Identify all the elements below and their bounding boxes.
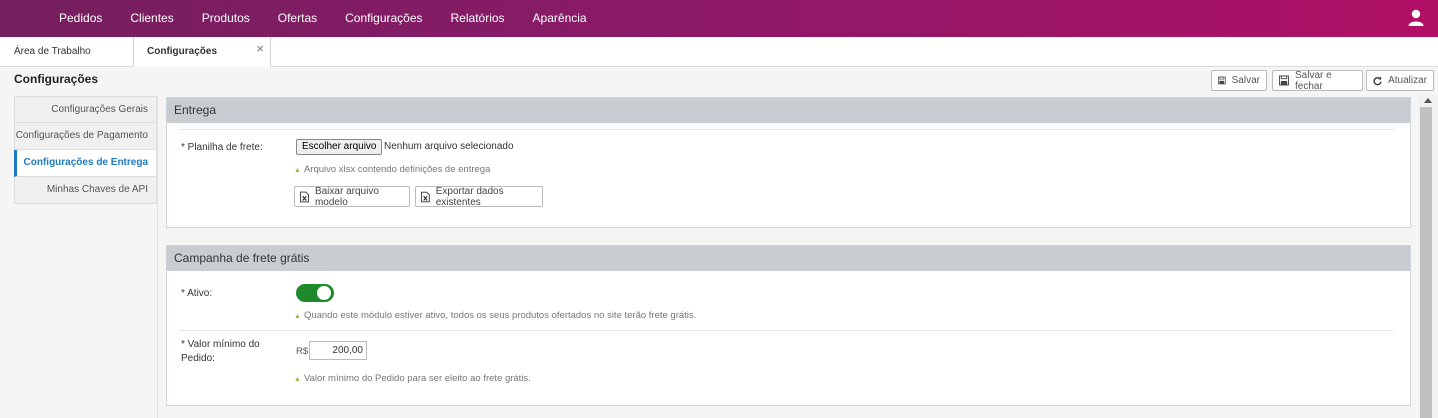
nav-item-ofertas[interactable]: Ofertas	[278, 0, 317, 37]
nav-item-pedidos[interactable]: Pedidos	[59, 0, 102, 37]
tab-configuracoes[interactable]: Configurações ×	[133, 37, 271, 68]
excel-file-icon	[300, 191, 309, 202]
excel-file-icon	[421, 191, 430, 202]
valor-minimo-label-line2: Pedido:	[181, 353, 215, 364]
settings-sidebar: Configurações Gerais Configurações de Pa…	[14, 96, 157, 204]
entrega-panel: Entrega * Planilha de frete: Escolher ar…	[166, 97, 1411, 228]
campanha-panel: Campanha de frete grátis * Ativo: ▲ Quand…	[166, 245, 1411, 406]
ativo-hint: ▲ Quando este módulo estiver ativo, todos…	[294, 310, 696, 321]
sidebar-item-configuracoes-entrega[interactable]: Configurações de Entrega	[14, 150, 157, 177]
main-content: Entrega * Planilha de frete: Escolher ar…	[157, 95, 1420, 418]
scrollbar[interactable]	[1419, 95, 1438, 418]
scroll-thumb[interactable]	[1420, 107, 1432, 418]
file-hint-text: Arquivo xlsx contendo definições de entr…	[303, 164, 491, 175]
caret-up-icon: ▲	[294, 376, 301, 383]
tab-strip: Área de Trabalho Configurações ×	[0, 37, 1438, 68]
tab-label: Configurações	[147, 46, 218, 57]
page-title: Configurações	[14, 72, 99, 86]
nav-item-relatorios[interactable]: Relatórios	[451, 0, 505, 37]
sidebar-item-configuracoes-gerais[interactable]: Configurações Gerais	[14, 96, 157, 123]
page-header: Configurações Salvar Salvar e fechar Atu…	[0, 67, 1438, 95]
close-icon[interactable]: ×	[256, 34, 264, 63]
nav-item-aparencia[interactable]: Aparência	[533, 0, 587, 37]
download-model-label: Baixar arquivo modelo	[314, 185, 379, 208]
divider	[181, 330, 1394, 331]
caret-up-icon: ▲	[294, 313, 301, 320]
divider	[181, 129, 1394, 130]
floppy-icon	[1279, 75, 1289, 86]
sidebar-item-configuracoes-pagamento[interactable]: Configurações de Pagamento	[14, 123, 157, 150]
user-icon[interactable]	[1408, 9, 1424, 26]
caret-up-icon: ▲	[294, 167, 301, 174]
valor-minimo-label-line1: * Valor mínimo do	[181, 339, 260, 350]
save-button[interactable]: Salvar	[1211, 70, 1267, 91]
ativo-label: * Ativo:	[181, 288, 213, 299]
toggle-knob	[317, 286, 331, 300]
tab-area-de-trabalho[interactable]: Área de Trabalho	[14, 37, 91, 67]
valor-minimo-label: * Valor mínimo do Pedido:	[181, 338, 260, 366]
ativo-hint-text: Quando este módulo estiver ativo, todos …	[303, 310, 697, 321]
refresh-icon	[1373, 76, 1382, 85]
nav-item-clientes[interactable]: Clientes	[130, 0, 173, 37]
valor-minimo-input[interactable]: 200,00	[309, 341, 367, 360]
save-and-close-label: Salvar e fechar	[1294, 69, 1332, 92]
planilha-frete-label: * Planilha de frete:	[181, 142, 263, 153]
refresh-button[interactable]: Atualizar	[1366, 70, 1434, 91]
refresh-label: Atualizar	[1388, 75, 1427, 86]
save-button-label: Salvar	[1231, 75, 1260, 86]
campanha-panel-title: Campanha de frete grátis	[167, 246, 1410, 271]
currency-symbol: R$	[296, 346, 309, 357]
nav-item-produtos[interactable]: Produtos	[202, 0, 250, 37]
file-hint: ▲ Arquivo xlsx contendo definições de ent…	[294, 164, 490, 175]
scroll-up-arrow-icon[interactable]	[1424, 98, 1432, 103]
sidebar-item-chaves-api[interactable]: Minhas Chaves de API	[14, 177, 157, 204]
floppy-icon	[1218, 76, 1226, 85]
valor-hint: ▲ Valor mínimo do Pedido para ser eleito …	[294, 373, 531, 384]
choose-file-button[interactable]: Escolher arquivo	[296, 139, 383, 155]
main-nav: Pedidos Clientes Produtos Ofertas Config…	[59, 0, 615, 37]
top-navbar: Pedidos Clientes Produtos Ofertas Config…	[0, 0, 1438, 37]
ativo-toggle[interactable]	[296, 284, 334, 302]
file-status-text: Nenhum arquivo selecionado	[384, 141, 514, 152]
save-and-close-button[interactable]: Salvar e fechar	[1272, 69, 1363, 92]
download-model-button[interactable]: Baixar arquivo modelo	[294, 185, 410, 208]
export-data-button[interactable]: Exportar dados existentes	[415, 185, 543, 208]
valor-hint-text: Valor mínimo do Pedido para ser eleito a…	[303, 373, 531, 384]
nav-item-configuracoes[interactable]: Configurações	[345, 0, 422, 37]
entrega-panel-title: Entrega	[167, 98, 1410, 123]
export-data-label: Exportar dados existentes	[435, 185, 504, 208]
